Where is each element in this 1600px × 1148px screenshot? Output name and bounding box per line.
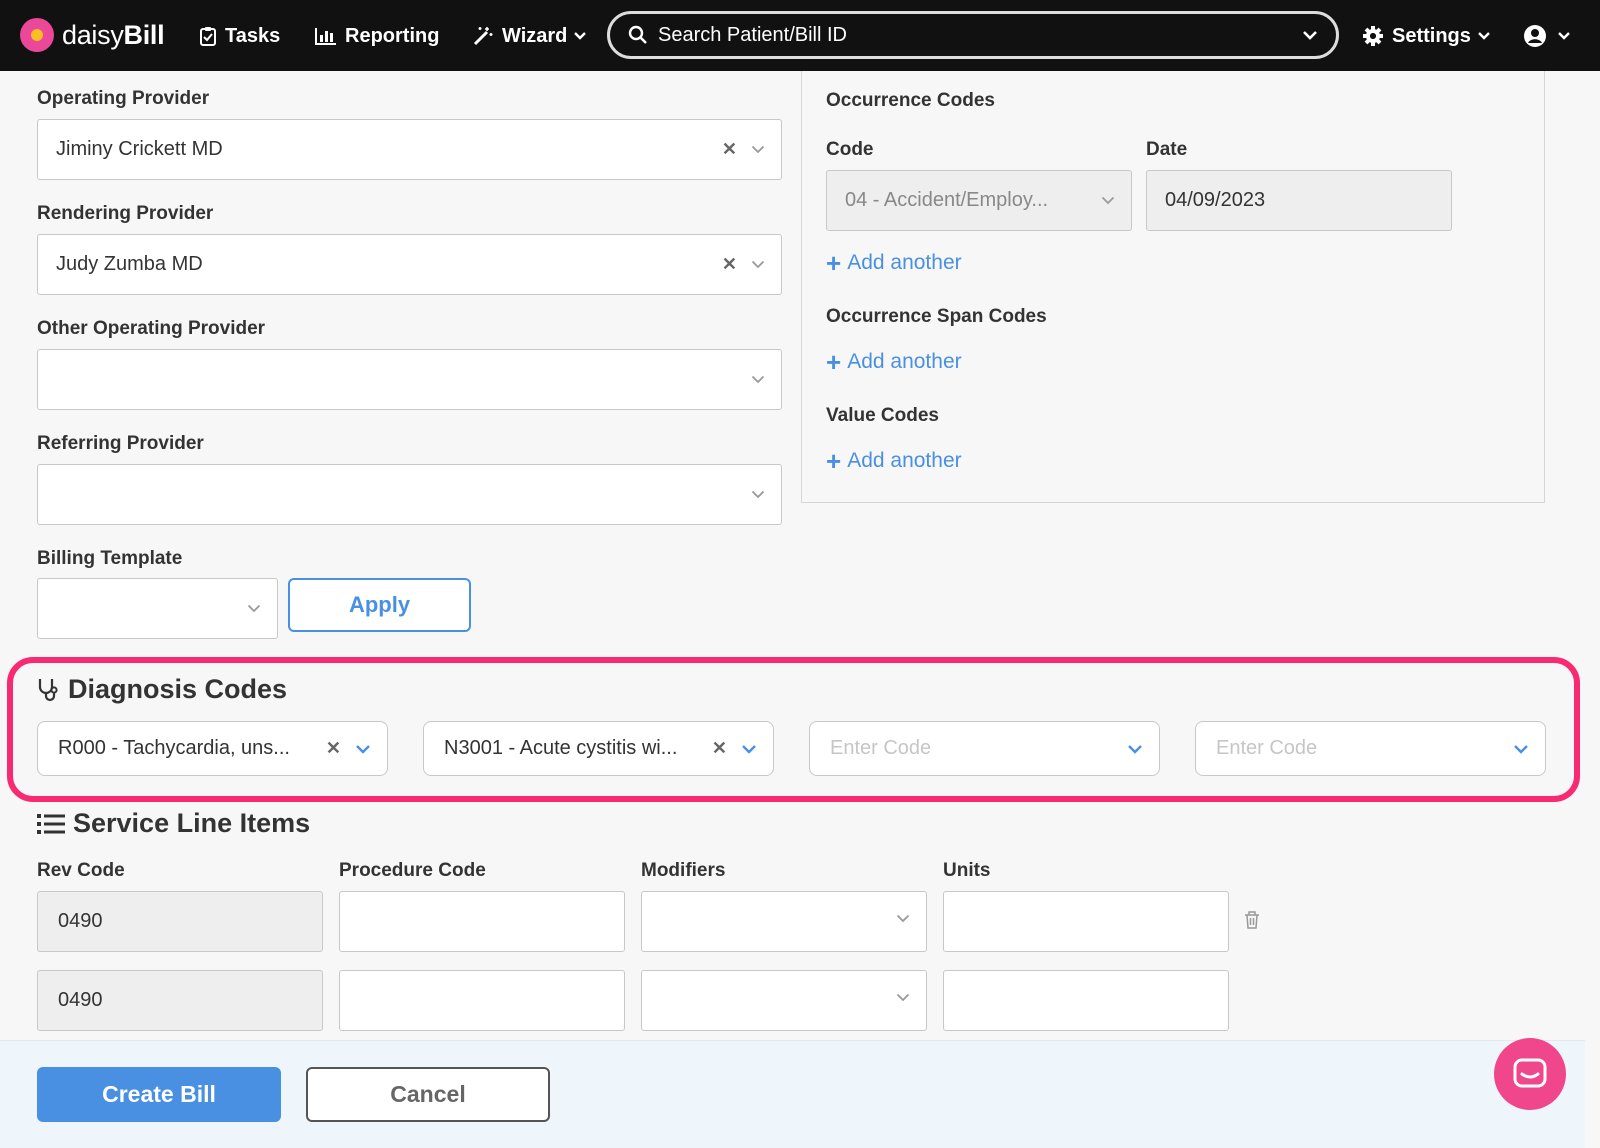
nav-wizard[interactable]: Wizard	[472, 22, 587, 50]
diagnosis-code-select-4[interactable]: Enter Code	[1195, 721, 1546, 776]
units-input[interactable]	[943, 970, 1229, 1031]
user-menu[interactable]	[1523, 22, 1571, 50]
occurrence-panel	[801, 71, 1545, 503]
plus-icon: +	[826, 347, 842, 377]
daisybill-logo[interactable]: daisyBill	[20, 18, 165, 52]
clipboard-check-icon	[200, 27, 216, 46]
referring-provider-label: Referring Provider	[37, 433, 204, 454]
diagnosis-code-select-1[interactable]: R000 - Tachycardia, uns... ✕	[37, 721, 388, 776]
modifiers-select[interactable]	[641, 891, 927, 952]
search-icon	[628, 25, 647, 44]
stethoscope-icon	[38, 678, 58, 701]
chevron-down-icon	[896, 993, 910, 1002]
clear-icon[interactable]: ✕	[326, 738, 341, 759]
nav-settings[interactable]: Settings	[1362, 22, 1491, 50]
procedure-code-input[interactable]	[339, 891, 625, 952]
chevron-down-icon	[356, 744, 370, 754]
procedure-code-input[interactable]	[339, 970, 625, 1031]
chevron-down-icon	[751, 375, 765, 384]
rev-code-input[interactable]: 0490	[37, 891, 323, 952]
diagnosis-code-select-2[interactable]: N3001 - Acute cystitis wi... ✕	[423, 721, 774, 776]
units-input[interactable]	[943, 891, 1229, 952]
list-icon	[37, 813, 65, 834]
chevron-down-icon	[751, 260, 765, 269]
units-column-header: Units	[943, 860, 991, 881]
other-operating-provider-select[interactable]	[37, 349, 782, 410]
rev-code-column-header: Rev Code	[37, 860, 125, 881]
rendering-provider-label: Rendering Provider	[37, 203, 214, 224]
add-occurrence-code-link[interactable]: + Add another	[826, 250, 962, 276]
chevron-down-icon	[742, 744, 756, 754]
service-line-items-title: Service Line Items	[37, 808, 310, 839]
clear-icon[interactable]: ✕	[722, 139, 737, 160]
date-column-label: Date	[1146, 139, 1188, 160]
nav-reporting[interactable]: Reporting	[315, 22, 439, 50]
code-column-label: Code	[826, 139, 874, 160]
clear-icon[interactable]: ✕	[722, 254, 737, 275]
chevron-down-icon	[751, 490, 765, 499]
search-placeholder: Search Patient/Bill ID	[658, 23, 847, 46]
cancel-button[interactable]: Cancel	[306, 1067, 550, 1122]
operating-provider-select[interactable]: Jiminy Crickett MD ✕	[37, 119, 782, 180]
rendering-provider-select[interactable]: Judy Zumba MD ✕	[37, 234, 782, 295]
diagnosis-code-select-3[interactable]: Enter Code	[809, 721, 1160, 776]
operating-provider-label: Operating Provider	[37, 88, 210, 109]
trash-icon[interactable]	[1243, 910, 1261, 930]
chevron-down-icon	[574, 32, 587, 40]
add-value-code-link[interactable]: + Add another	[826, 448, 962, 474]
referring-provider-select[interactable]	[37, 464, 782, 525]
rev-code-input[interactable]: 0490	[37, 970, 323, 1031]
occurrence-codes-title: Occurrence Codes	[826, 90, 995, 111]
occurrence-span-codes-title: Occurrence Span Codes	[826, 306, 1047, 327]
occurrence-code-select[interactable]: 04 - Accident/Employ...	[826, 170, 1132, 231]
modifiers-select[interactable]	[641, 970, 927, 1031]
user-circle-icon	[1524, 25, 1546, 47]
other-operating-provider-label: Other Operating Provider	[37, 318, 266, 339]
plus-icon: +	[826, 446, 842, 476]
create-bill-button[interactable]: Create Bill	[37, 1067, 281, 1122]
chevron-down-icon	[247, 604, 261, 613]
add-occurrence-span-code-link[interactable]: + Add another	[826, 349, 962, 375]
billing-template-select[interactable]	[37, 578, 278, 639]
magic-wand-icon	[473, 27, 493, 46]
modifiers-column-header: Modifiers	[641, 860, 726, 881]
chevron-down-icon	[1128, 744, 1142, 754]
chevron-down-icon[interactable]	[1302, 30, 1318, 41]
gear-icon	[1363, 26, 1383, 46]
chevron-down-icon	[1101, 196, 1115, 205]
chat-launcher-button[interactable]	[1494, 1038, 1566, 1110]
procedure-code-column-header: Procedure Code	[339, 860, 486, 881]
occurrence-date-input[interactable]: 04/09/2023	[1146, 170, 1452, 231]
apply-button[interactable]: Apply	[288, 578, 471, 632]
brand-name: daisyBill	[62, 19, 165, 50]
bar-chart-icon	[315, 28, 336, 45]
daisy-flower-icon	[20, 18, 54, 52]
chevron-down-icon	[751, 145, 765, 154]
plus-icon: +	[826, 248, 842, 278]
chevron-down-icon	[1478, 32, 1490, 40]
nav-tasks[interactable]: Tasks	[199, 22, 280, 50]
top-nav: daisyBill Tasks Reporting Wizard Search …	[0, 0, 1600, 71]
chevron-down-icon	[1558, 32, 1570, 40]
value-codes-title: Value Codes	[826, 405, 939, 426]
clear-icon[interactable]: ✕	[712, 738, 727, 759]
diagnosis-codes-title: Diagnosis Codes	[36, 674, 287, 705]
chat-icon	[1513, 1058, 1547, 1088]
chevron-down-icon	[896, 914, 910, 923]
chevron-down-icon	[1514, 744, 1528, 754]
billing-template-label: Billing Template	[37, 548, 183, 569]
search-input[interactable]: Search Patient/Bill ID	[607, 11, 1339, 59]
